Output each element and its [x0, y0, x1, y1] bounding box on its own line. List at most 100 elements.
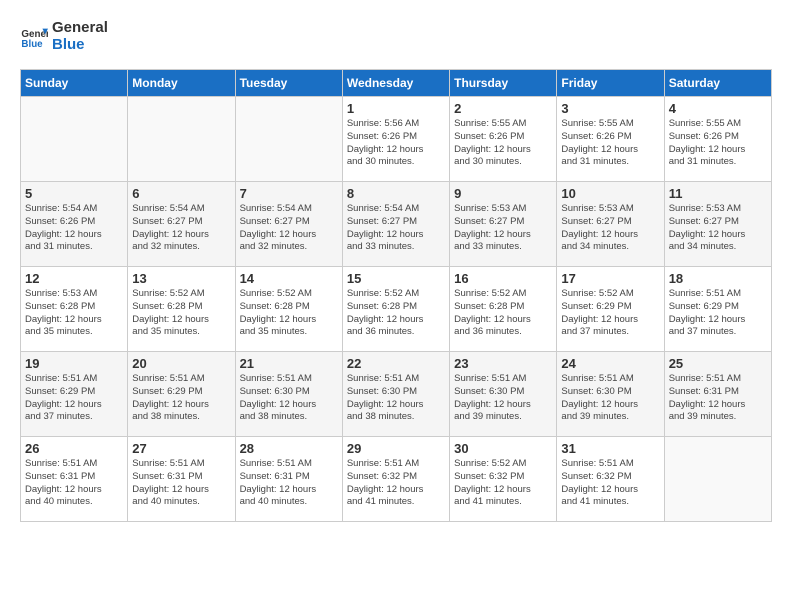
calendar-cell: 26Sunrise: 5:51 AM Sunset: 6:31 PM Dayli…	[21, 437, 128, 522]
day-info: Sunrise: 5:55 AM Sunset: 6:26 PM Dayligh…	[561, 118, 659, 169]
calendar-cell: 21 Sunrise: 5:51 AM Sunset: 6:30 PM Dayli…	[235, 352, 342, 437]
weekday-header-row: SundayMondayTuesdayWednesdayThursdayFrid…	[21, 70, 772, 97]
logo-general: General	[52, 20, 108, 37]
calendar-cell: 27 Sunrise: 5:51 AM Sunset: 6:31 PM Dayli…	[128, 437, 235, 522]
day-number: 31	[561, 441, 659, 456]
day-info: Sunrise: 5:53 AM Sunset: 6:27 PM Dayligh…	[561, 203, 659, 254]
day-info: Sunrise: 5:51 AM Sunset: 6:31 PM Dayligh…	[669, 373, 767, 424]
day-info: Sunrise: 5:52 AM Sunset: 6:28 PM Dayligh…	[347, 288, 445, 339]
day-number: 16	[454, 271, 552, 286]
calendar-cell	[128, 97, 235, 182]
day-info: Sunrise: 5:52 AM Sunset: 6:29 PM Dayligh…	[561, 288, 659, 339]
day-number: 24	[561, 356, 659, 371]
weekday-header-friday: Friday	[557, 70, 664, 97]
calendar-cell: 19Sunrise: 5:51 AM Sunset: 6:29 PM Dayli…	[21, 352, 128, 437]
weekday-header-saturday: Saturday	[664, 70, 771, 97]
day-number: 14	[240, 271, 338, 286]
day-info: Sunrise: 5:51 AM Sunset: 6:31 PM Dayligh…	[25, 458, 123, 509]
day-info: Sunrise: 5:54 AM Sunset: 6:27 PM Dayligh…	[347, 203, 445, 254]
calendar-cell: 22 Sunrise: 5:51 AM Sunset: 6:30 PM Dayli…	[342, 352, 449, 437]
day-info: Sunrise: 5:51 AM Sunset: 6:30 PM Dayligh…	[561, 373, 659, 424]
day-number: 21	[240, 356, 338, 371]
day-info: Sunrise: 5:56 AM Sunset: 6:26 PM Dayligh…	[347, 118, 445, 169]
day-number: 12	[25, 271, 123, 286]
day-number: 2	[454, 101, 552, 116]
day-number: 10	[561, 186, 659, 201]
day-number: 1	[347, 101, 445, 116]
day-number: 27	[132, 441, 230, 456]
calendar-cell	[21, 97, 128, 182]
calendar-cell: 17 Sunrise: 5:52 AM Sunset: 6:29 PM Dayli…	[557, 267, 664, 352]
day-number: 7	[240, 186, 338, 201]
calendar-cell	[235, 97, 342, 182]
calendar-cell: 31 Sunrise: 5:51 AM Sunset: 6:32 PM Dayli…	[557, 437, 664, 522]
calendar-cell: 25 Sunrise: 5:51 AM Sunset: 6:31 PM Dayli…	[664, 352, 771, 437]
day-info: Sunrise: 5:55 AM Sunset: 6:26 PM Dayligh…	[669, 118, 767, 169]
day-number: 6	[132, 186, 230, 201]
day-number: 28	[240, 441, 338, 456]
calendar-cell: 29Sunrise: 5:51 AM Sunset: 6:32 PM Dayli…	[342, 437, 449, 522]
calendar-cell: 3 Sunrise: 5:55 AM Sunset: 6:26 PM Daylig…	[557, 97, 664, 182]
calendar-cell: 7 Sunrise: 5:54 AM Sunset: 6:27 PM Daylig…	[235, 182, 342, 267]
day-info: Sunrise: 5:51 AM Sunset: 6:29 PM Dayligh…	[132, 373, 230, 424]
calendar-week-row: 5 Sunrise: 5:54 AM Sunset: 6:26 PM Daylig…	[21, 182, 772, 267]
day-number: 20	[132, 356, 230, 371]
weekday-header-monday: Monday	[128, 70, 235, 97]
calendar-cell: 9Sunrise: 5:53 AM Sunset: 6:27 PM Daylig…	[450, 182, 557, 267]
day-info: Sunrise: 5:51 AM Sunset: 6:31 PM Dayligh…	[240, 458, 338, 509]
calendar-cell: 10 Sunrise: 5:53 AM Sunset: 6:27 PM Dayli…	[557, 182, 664, 267]
day-info: Sunrise: 5:54 AM Sunset: 6:27 PM Dayligh…	[240, 203, 338, 254]
day-number: 3	[561, 101, 659, 116]
day-number: 18	[669, 271, 767, 286]
day-info: Sunrise: 5:53 AM Sunset: 6:27 PM Dayligh…	[454, 203, 552, 254]
day-info: Sunrise: 5:54 AM Sunset: 6:27 PM Dayligh…	[132, 203, 230, 254]
logo-icon: General Blue	[20, 23, 48, 51]
day-info: Sunrise: 5:51 AM Sunset: 6:30 PM Dayligh…	[347, 373, 445, 424]
day-info: Sunrise: 5:51 AM Sunset: 6:30 PM Dayligh…	[240, 373, 338, 424]
calendar-week-row: 26Sunrise: 5:51 AM Sunset: 6:31 PM Dayli…	[21, 437, 772, 522]
day-info: Sunrise: 5:55 AM Sunset: 6:26 PM Dayligh…	[454, 118, 552, 169]
day-info: Sunrise: 5:51 AM Sunset: 6:31 PM Dayligh…	[132, 458, 230, 509]
calendar-cell: 14 Sunrise: 5:52 AM Sunset: 6:28 PM Dayli…	[235, 267, 342, 352]
calendar-table: SundayMondayTuesdayWednesdayThursdayFrid…	[20, 69, 772, 522]
day-info: Sunrise: 5:51 AM Sunset: 6:29 PM Dayligh…	[669, 288, 767, 339]
day-number: 23	[454, 356, 552, 371]
weekday-header-wednesday: Wednesday	[342, 70, 449, 97]
day-number: 13	[132, 271, 230, 286]
calendar-cell: 30 Sunrise: 5:52 AM Sunset: 6:32 PM Dayli…	[450, 437, 557, 522]
calendar-cell: 5 Sunrise: 5:54 AM Sunset: 6:26 PM Daylig…	[21, 182, 128, 267]
calendar-cell: 18 Sunrise: 5:51 AM Sunset: 6:29 PM Dayli…	[664, 267, 771, 352]
day-info: Sunrise: 5:52 AM Sunset: 6:32 PM Dayligh…	[454, 458, 552, 509]
calendar-cell: 15Sunrise: 5:52 AM Sunset: 6:28 PM Dayli…	[342, 267, 449, 352]
calendar-cell: 12 Sunrise: 5:53 AM Sunset: 6:28 PM Dayli…	[21, 267, 128, 352]
calendar-cell: 1 Sunrise: 5:56 AM Sunset: 6:26 PM Daylig…	[342, 97, 449, 182]
calendar-cell: 2 Sunrise: 5:55 AM Sunset: 6:26 PM Daylig…	[450, 97, 557, 182]
calendar-week-row: 12 Sunrise: 5:53 AM Sunset: 6:28 PM Dayli…	[21, 267, 772, 352]
day-number: 8	[347, 186, 445, 201]
day-info: Sunrise: 5:52 AM Sunset: 6:28 PM Dayligh…	[454, 288, 552, 339]
day-number: 11	[669, 186, 767, 201]
day-number: 22	[347, 356, 445, 371]
calendar-cell: 11 Sunrise: 5:53 AM Sunset: 6:27 PM Dayli…	[664, 182, 771, 267]
day-number: 4	[669, 101, 767, 116]
calendar-week-row: 19Sunrise: 5:51 AM Sunset: 6:29 PM Dayli…	[21, 352, 772, 437]
calendar-cell: 28 Sunrise: 5:51 AM Sunset: 6:31 PM Dayli…	[235, 437, 342, 522]
day-info: Sunrise: 5:54 AM Sunset: 6:26 PM Dayligh…	[25, 203, 123, 254]
day-info: Sunrise: 5:51 AM Sunset: 6:32 PM Dayligh…	[561, 458, 659, 509]
day-info: Sunrise: 5:51 AM Sunset: 6:30 PM Dayligh…	[454, 373, 552, 424]
logo-blue: Blue	[52, 37, 108, 54]
day-number: 30	[454, 441, 552, 456]
calendar-cell: 8 Sunrise: 5:54 AM Sunset: 6:27 PM Daylig…	[342, 182, 449, 267]
weekday-header-thursday: Thursday	[450, 70, 557, 97]
day-info: Sunrise: 5:53 AM Sunset: 6:28 PM Dayligh…	[25, 288, 123, 339]
calendar-cell: 13Sunrise: 5:52 AM Sunset: 6:28 PM Dayli…	[128, 267, 235, 352]
day-info: Sunrise: 5:51 AM Sunset: 6:29 PM Dayligh…	[25, 373, 123, 424]
day-number: 25	[669, 356, 767, 371]
page-header: General Blue General Blue	[20, 20, 772, 53]
day-info: Sunrise: 5:52 AM Sunset: 6:28 PM Dayligh…	[240, 288, 338, 339]
calendar-cell: 24 Sunrise: 5:51 AM Sunset: 6:30 PM Dayli…	[557, 352, 664, 437]
day-number: 5	[25, 186, 123, 201]
day-info: Sunrise: 5:53 AM Sunset: 6:27 PM Dayligh…	[669, 203, 767, 254]
calendar-cell: 23 Sunrise: 5:51 AM Sunset: 6:30 PM Dayli…	[450, 352, 557, 437]
day-number: 17	[561, 271, 659, 286]
